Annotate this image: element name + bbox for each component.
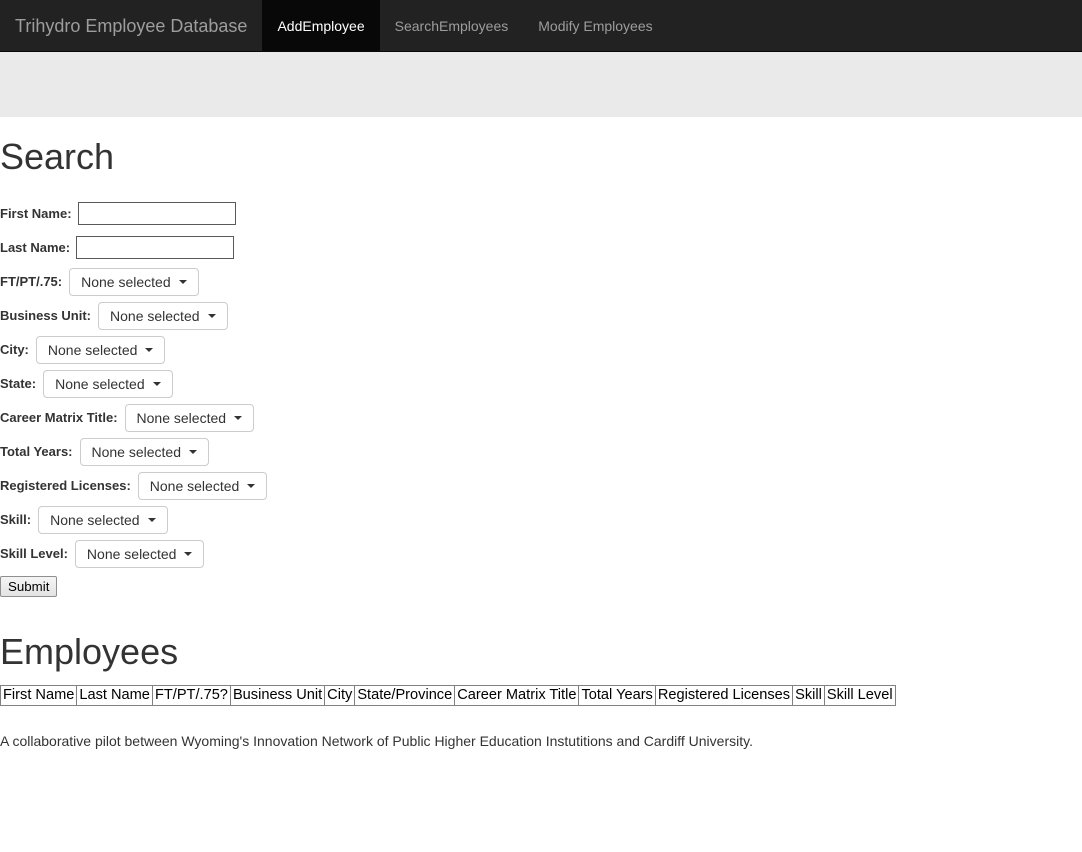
chevron-down-icon [247, 483, 256, 488]
form-row-total-years: Total Years: None selected [0, 435, 1082, 469]
skill-level-dropdown[interactable]: None selected [74, 539, 205, 568]
main-content: Search First Name: Last Name: FT/PT/.75:… [0, 137, 1082, 751]
form-row-registered-licenses: Registered Licenses: None selected [0, 469, 1082, 503]
column-header-state-province: State/Province [354, 685, 456, 707]
ft-pt-dropdown[interactable]: None selected [69, 267, 199, 296]
label-last-name: Last Name: [0, 240, 71, 256]
label-city: City: [0, 342, 29, 358]
form-row-business-unit: Business Unit: None selected [0, 299, 1082, 333]
first-name-input[interactable] [77, 202, 236, 226]
column-header-registered-licenses: Registered Licenses [654, 685, 794, 707]
total-years-dropdown[interactable]: None selected [79, 437, 210, 466]
skill-dropdown[interactable]: None selected [38, 505, 168, 534]
form-row-skill: Skill: None selected [0, 503, 1082, 537]
business-unit-dropdown-value: None selected [110, 307, 200, 324]
nav-item-modify-employees: Modify Employees [523, 0, 667, 51]
state-dropdown-value: None selected [55, 375, 145, 392]
city-dropdown[interactable]: None selected [35, 335, 166, 364]
nav-item-add-employee: AddEmployee [262, 0, 380, 51]
form-row-last-name: Last Name: [0, 231, 1082, 265]
submit-button[interactable]: Submit [0, 575, 58, 597]
chevron-down-icon [207, 313, 216, 318]
column-header-business-unit: Business Unit [229, 685, 326, 707]
chevron-down-icon [147, 517, 156, 522]
form-row-first-name: First Name: [0, 197, 1082, 231]
column-header-city: City [324, 685, 356, 707]
form-row-skill-level: Skill Level: None selected [0, 537, 1082, 571]
footer-note: A collaborative pilot between Wyoming's … [0, 733, 753, 750]
label-business-unit: Business Unit: [0, 308, 92, 324]
label-first-name: First Name: [0, 206, 72, 222]
total-years-dropdown-value: None selected [91, 443, 182, 460]
label-state: State: [0, 376, 37, 392]
chevron-down-icon [145, 347, 154, 352]
page-title: Search [0, 136, 115, 177]
employees-table: First Name Last Name FT/PT/.75? Business… [0, 685, 896, 707]
career-matrix-title-dropdown[interactable]: None selected [124, 403, 255, 432]
skill-dropdown-value: None selected [50, 511, 140, 528]
navbar-links: AddEmployee SearchEmployees Modify Emplo… [262, 0, 667, 51]
label-skill: Skill: [0, 512, 32, 528]
employees-table-head: First Name Last Name FT/PT/.75? Business… [0, 685, 896, 707]
nav-link-add-employee[interactable]: AddEmployee [262, 0, 380, 51]
column-header-ft-pt: FT/PT/.75? [151, 685, 231, 707]
registered-licenses-dropdown[interactable]: None selected [137, 471, 268, 500]
ft-pt-dropdown-value: None selected [81, 273, 171, 290]
nav-link-search-employees[interactable]: SearchEmployees [380, 0, 524, 51]
registered-licenses-dropdown-value: None selected [149, 477, 240, 494]
navbar: Trihydro Employee Database AddEmployee S… [0, 0, 1082, 52]
last-name-input[interactable] [76, 236, 235, 260]
career-matrix-title-dropdown-value: None selected [136, 409, 227, 426]
search-form: First Name: Last Name: FT/PT/.75: None s… [0, 197, 1082, 597]
chevron-down-icon [234, 415, 243, 420]
chevron-down-icon [184, 551, 193, 556]
nav-item-search-employees: SearchEmployees [380, 0, 524, 51]
business-unit-dropdown[interactable]: None selected [98, 301, 228, 330]
skill-level-dropdown-value: None selected [86, 545, 177, 562]
column-header-last-name: Last Name [76, 685, 153, 707]
jumbotron-banner [0, 52, 1082, 117]
column-header-skill: Skill [792, 685, 825, 707]
form-row-ft-pt: FT/PT/.75: None selected [0, 265, 1082, 299]
employees-heading: Employees [0, 630, 179, 672]
column-header-total-years: Total Years [578, 685, 656, 707]
label-skill-level: Skill Level: [0, 546, 68, 562]
label-career-matrix-title: Career Matrix Title: [0, 410, 118, 426]
form-row-submit: Submit [0, 575, 1082, 597]
table-header-row: First Name Last Name FT/PT/.75? Business… [0, 685, 896, 707]
column-header-first-name: First Name [0, 685, 78, 707]
chevron-down-icon [189, 449, 198, 454]
nav-link-modify-employees[interactable]: Modify Employees [523, 0, 667, 51]
label-registered-licenses: Registered Licenses: [0, 478, 131, 494]
form-row-state: State: None selected [0, 367, 1082, 401]
form-row-city: City: None selected [0, 333, 1082, 367]
chevron-down-icon [178, 279, 187, 284]
label-ft-pt: FT/PT/.75: [0, 274, 63, 290]
chevron-down-icon [152, 381, 161, 386]
city-dropdown-value: None selected [47, 341, 138, 358]
column-header-career-matrix-title: Career Matrix Title [454, 685, 580, 707]
navbar-brand[interactable]: Trihydro Employee Database [0, 0, 262, 51]
label-total-years: Total Years: [0, 444, 73, 460]
column-header-skill-level: Skill Level [823, 685, 896, 707]
form-row-career-matrix-title: Career Matrix Title: None selected [0, 401, 1082, 435]
state-dropdown[interactable]: None selected [43, 369, 173, 398]
